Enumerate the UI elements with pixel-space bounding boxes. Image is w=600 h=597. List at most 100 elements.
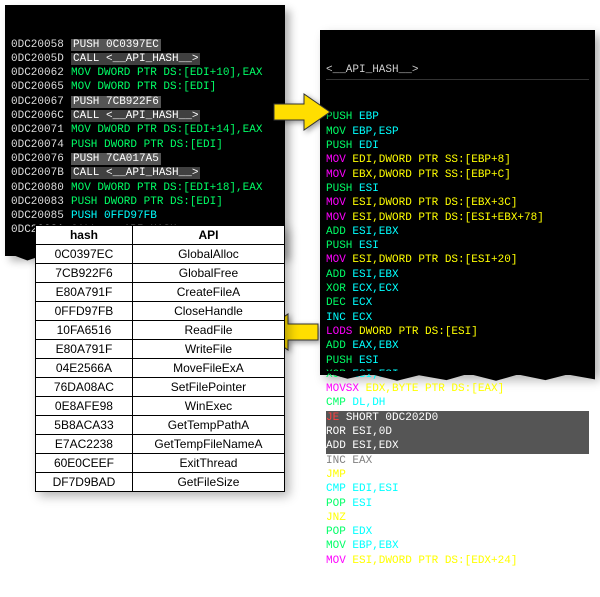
disasm-row: CMP DL,DH: [326, 396, 589, 410]
disasm-row: 0DC2007BCALL <__API_HASH__>: [11, 166, 279, 180]
operands: EDI: [359, 140, 379, 152]
operands: EAX,EBX: [352, 340, 398, 352]
mnemonic: PUSH: [326, 355, 359, 367]
instruction: MOV DWORD PTR DS:[EDI+18],EAX: [71, 182, 262, 194]
api-cell: GetTempFileNameA: [132, 435, 284, 454]
disasm-row: 0DC20083PUSH DWORD PTR DS:[EDI]: [11, 195, 279, 209]
mnemonic: LODS: [326, 326, 359, 338]
operands: ESI,DWORD PTR DS:[EDX+24]: [352, 555, 517, 567]
disasm-row: 0DC20058PUSH 0C0397EC: [11, 38, 279, 52]
operands: SHORT 0DC202BA: [352, 512, 444, 524]
table-row: 04E2566AMoveFileExA: [36, 359, 285, 378]
hash-api-table-panel: hash API 0C0397ECGlobalAlloc7CB922F6Glob…: [35, 225, 285, 492]
disasm-row: 0DC20080MOV DWORD PTR DS:[EDI+18],EAX: [11, 181, 279, 195]
table-row: 5B8ACA33GetTempPathA: [36, 416, 285, 435]
mnemonic: INC: [326, 455, 352, 467]
disasm-row: ROR ESI,0D: [326, 425, 589, 439]
disasm-row: ADD ESI,EBX: [326, 225, 589, 239]
disasm-row: DEC ECX: [326, 296, 589, 310]
disasm-row: 0DC2005DCALL <__API_HASH__>: [11, 52, 279, 66]
disasm-row: MOV ESI,DWORD PTR DS:[ESI+20]: [326, 253, 589, 267]
disasm-api-hash-panel: <__API_HASH__> PUSH EBPMOV EBP,ESPPUSH E…: [320, 30, 595, 375]
disasm-row: 0DC20076PUSH 7CA017A5: [11, 152, 279, 166]
operands: EAX: [352, 455, 372, 467]
address: 0DC20062: [11, 66, 71, 80]
operands: ESI,DWORD PTR DS:[EBX+3C]: [352, 197, 517, 209]
table-row: 0FFD97FBCloseHandle: [36, 302, 285, 321]
mnemonic: CMP: [326, 483, 352, 495]
mnemonic: DEC: [326, 297, 352, 309]
api-cell: ReadFile: [132, 321, 284, 340]
operands: ESI,EBX: [352, 226, 398, 238]
disasm-row: 0DC2006CCALL <__API_HASH__>: [11, 109, 279, 123]
mnemonic: JNZ: [326, 512, 352, 524]
disasm-row: XOR ECX,ECX: [326, 282, 589, 296]
operands: ESI,DWORD PTR DS:[ESI+20]: [352, 254, 517, 266]
operands: SHORT 0DC202C1: [352, 469, 444, 481]
hash-cell: 7CB922F6: [36, 264, 133, 283]
mnemonic: ADD: [326, 269, 352, 281]
instruction: PUSH DWORD PTR DS:[EDI]: [71, 139, 223, 151]
operands: ESI: [359, 183, 379, 195]
operands: ESI,DWORD PTR DS:[ESI+EBX+78]: [352, 212, 543, 224]
disasm-caller-panel: 0DC20058PUSH 0C0397EC0DC2005DCALL <__API…: [5, 5, 285, 256]
api-hash-header: <__API_HASH__>: [326, 63, 589, 80]
disasm-row: JMP SHORT 0DC202C1: [326, 468, 589, 482]
api-cell: CreateFileA: [132, 283, 284, 302]
mnemonic: MOV: [326, 169, 352, 181]
instruction: CALL <__API_HASH__>: [71, 167, 200, 179]
address: 0DC2007B: [11, 166, 71, 180]
hash-cell: E7AC2238: [36, 435, 133, 454]
disasm-row: 0DC20085PUSH 0FFD97FB: [11, 209, 279, 223]
table-row: E80A791FWriteFile: [36, 340, 285, 359]
address: 0DC20058: [11, 38, 71, 52]
disasm-row: MOV EBP,ESP: [326, 125, 589, 139]
disasm-row: CMP EDI,ESI: [326, 482, 589, 496]
api-cell: SetFilePointer: [132, 378, 284, 397]
mnemonic: POP: [326, 526, 352, 538]
mnemonic: PUSH: [326, 140, 359, 152]
address: 0DC20071: [11, 123, 71, 137]
mnemonic: JE: [326, 412, 346, 424]
address: 0DC20083: [11, 195, 71, 209]
operands: EDI,ESI: [352, 483, 398, 495]
disasm-row: LODS DWORD PTR DS:[ESI]: [326, 325, 589, 339]
operands: EDX,BYTE PTR DS:[EAX]: [366, 383, 505, 395]
disasm-row: 0DC20074PUSH DWORD PTR DS:[EDI]: [11, 138, 279, 152]
table-row: 76DA08ACSetFilePointer: [36, 378, 285, 397]
address: 0DC20076: [11, 152, 71, 166]
address: 0DC20065: [11, 80, 71, 94]
disasm-row: 0DC20067PUSH 7CB922F6: [11, 95, 279, 109]
disasm-row: MOV EDI,DWORD PTR SS:[EBP+8]: [326, 153, 589, 167]
mnemonic: CMP: [326, 397, 352, 409]
address: 0DC20074: [11, 138, 71, 152]
mnemonic: MOV: [326, 197, 352, 209]
table-row: 7CB922F6GlobalFree: [36, 264, 285, 283]
instruction: CALL <__API_HASH__>: [71, 53, 200, 65]
disasm-row: ADD ESI,EBX: [326, 268, 589, 282]
disasm-row: PUSH ESI: [326, 182, 589, 196]
operands: ESI: [352, 498, 372, 510]
instruction: PUSH 7CA017A5: [71, 153, 161, 165]
disasm-row: POP ESI: [326, 497, 589, 511]
address: 0DC20067: [11, 95, 71, 109]
instruction: MOV DWORD PTR DS:[EDI]: [71, 81, 216, 93]
hash-api-table: hash API 0C0397ECGlobalAlloc7CB922F6Glob…: [35, 225, 285, 492]
disasm-row: ADD EAX,EBX: [326, 339, 589, 353]
address: 0DC20085: [11, 209, 71, 223]
instruction: CALL <__API_HASH__>: [71, 110, 200, 122]
api-cell: GetFileSize: [132, 473, 284, 492]
disasm-row: PUSH ESI: [326, 239, 589, 253]
hash-cell: DF7D9BAD: [36, 473, 133, 492]
hash-cell: 0E8AFE98: [36, 397, 133, 416]
instruction: PUSH 0C0397EC: [71, 39, 161, 51]
operands: DL,DH: [352, 397, 385, 409]
operands: ECX: [352, 312, 372, 324]
mnemonic: XOR: [326, 283, 352, 295]
operands: EDX: [352, 526, 372, 538]
operands: EBP: [359, 111, 379, 123]
api-cell: GlobalAlloc: [132, 245, 284, 264]
instruction: MOV DWORD PTR DS:[EDI+10],EAX: [71, 67, 262, 79]
operands: DWORD PTR DS:[ESI]: [359, 326, 478, 338]
address: 0DC2006C: [11, 109, 71, 123]
